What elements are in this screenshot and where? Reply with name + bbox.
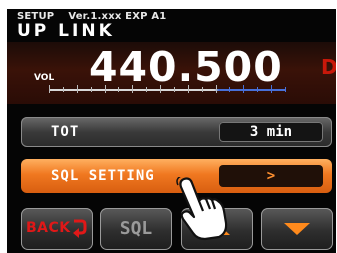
back-button[interactable]: BACK — [21, 208, 93, 250]
meter-tick — [146, 87, 147, 92]
sql-setting-label: SQL SETTING — [51, 168, 155, 184]
meter-tick — [229, 87, 230, 92]
meter-tick — [63, 87, 64, 92]
meter-tick — [118, 87, 119, 92]
down-button[interactable] — [261, 208, 333, 250]
mode-label: UP LINK — [17, 21, 115, 41]
back-label: BACK — [26, 220, 71, 236]
down-arrow-icon — [284, 223, 310, 235]
tot-label: TOT — [51, 124, 80, 140]
tot-value: 3 min — [219, 122, 323, 142]
meter-tick — [105, 85, 106, 93]
meter-tick — [243, 85, 244, 93]
meter-tick — [77, 85, 78, 93]
pointing-hand-icon — [176, 177, 228, 241]
menu-item-tot[interactable]: TOT 3 min — [21, 117, 332, 147]
volume-label: VOL — [34, 73, 55, 83]
meter-tick — [49, 85, 50, 93]
return-arrow-icon — [73, 219, 87, 238]
radio-screen: SETUPVer.1.xxx EXP A1 UP LINK 440.500 DN… — [7, 9, 336, 253]
meter-tick — [174, 87, 175, 92]
meter-tick — [257, 87, 258, 92]
meter-tick — [271, 85, 272, 93]
meter-tick — [160, 85, 161, 93]
meter-tick — [202, 87, 203, 92]
meter-tick — [132, 85, 133, 93]
meter-tick — [91, 87, 92, 92]
meter-line — [49, 89, 285, 91]
sql-button[interactable]: SQL — [100, 208, 172, 250]
meter-tick — [188, 85, 189, 93]
volume-meter — [49, 83, 286, 93]
mode-indicator: DN — [321, 55, 336, 79]
meter-tick — [285, 87, 286, 92]
sql-setting-value: > — [219, 165, 323, 187]
meter-tick — [216, 85, 217, 93]
sql-label: SQL — [119, 218, 153, 239]
